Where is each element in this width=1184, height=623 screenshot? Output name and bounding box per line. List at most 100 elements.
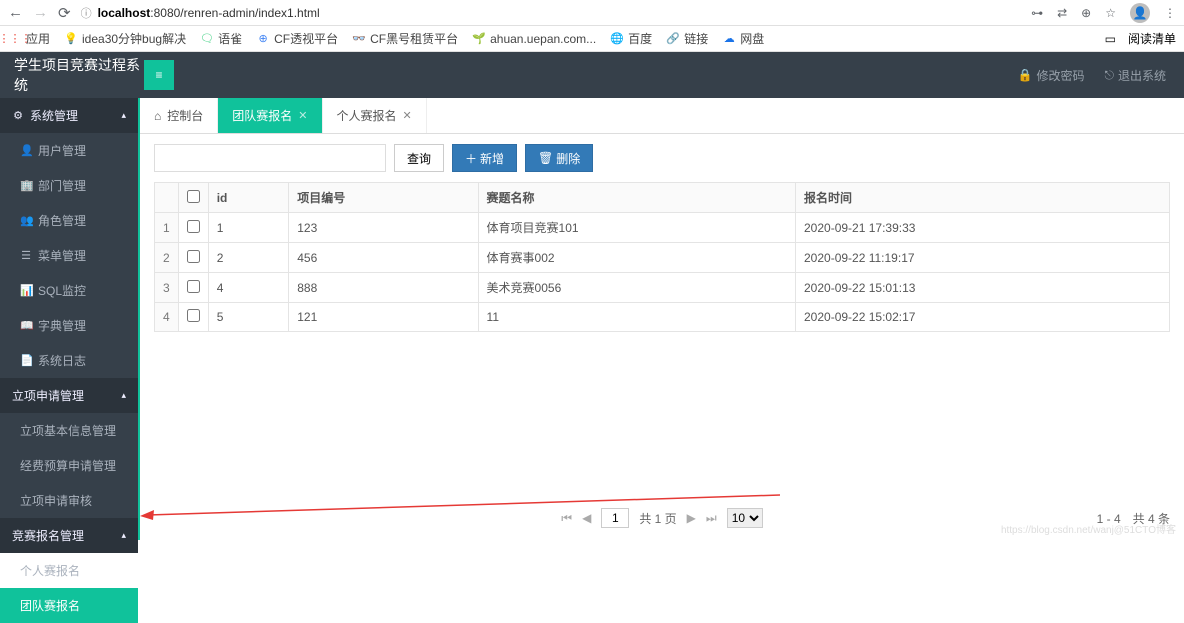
watermark: https://blog.csdn.net/wanj@51CTO博客: [1001, 521, 1176, 536]
cell-time: 2020-09-21 17:39:33: [796, 213, 1170, 243]
sidebar-group-apply[interactable]: 立项申请管理▴: [0, 378, 138, 413]
row-number: 4: [155, 303, 179, 332]
cell-id: 4: [208, 273, 289, 303]
cell-title: 美术竞赛0056: [478, 273, 795, 303]
sidebar-group-system[interactable]: ⚙系统管理▴: [0, 98, 138, 133]
reading-list-label[interactable]: 阅读清单: [1128, 30, 1176, 47]
sidebar-item-menus[interactable]: ☰菜单管理: [0, 238, 138, 273]
sidebar-item-users[interactable]: 👤用户管理: [0, 133, 138, 168]
bookmarks-bar: ⋮⋮⋮应用 💡idea30分钟bug解决 🗨语雀 ⊕CF透视平台 👓CF黑号租赁…: [0, 26, 1184, 52]
cell-proj: 121: [289, 303, 478, 332]
cell-id: 1: [208, 213, 289, 243]
close-icon[interactable]: ✕: [298, 109, 307, 122]
row-checkbox[interactable]: [187, 309, 200, 322]
tab-personal-signup[interactable]: 个人赛报名✕: [323, 98, 427, 133]
sidebar-item-basicinfo[interactable]: 立项基本信息管理: [0, 413, 138, 448]
reading-list-icon[interactable]: ▭: [1105, 32, 1116, 46]
content-area: 查询 ＋新增 🗑删除 id 项目编号 赛题名称 报名时间 11123体育项目竞赛…: [140, 134, 1184, 540]
sidebar-toggle[interactable]: ≡: [144, 60, 174, 90]
row-checkbox[interactable]: [187, 220, 200, 233]
add-button[interactable]: ＋新增: [452, 144, 517, 172]
row-select[interactable]: [178, 273, 208, 303]
col-select-all[interactable]: [178, 183, 208, 213]
bookmark-item[interactable]: ⊕CF透视平台: [256, 30, 338, 47]
site-info-icon[interactable]: ⓘ: [81, 5, 92, 21]
key-icon[interactable]: ⊶: [1031, 6, 1043, 20]
bookmark-item[interactable]: 🗨语雀: [200, 30, 242, 47]
sidebar-item-dict[interactable]: 📖字典管理: [0, 308, 138, 343]
address-bar[interactable]: ⓘ localhost:8080/renren-admin/index1.htm…: [81, 5, 1022, 21]
profile-avatar[interactable]: 👤: [1130, 3, 1150, 23]
prev-page-icon[interactable]: ◀: [582, 511, 591, 525]
sidebar-item-team[interactable]: 团队赛报名: [0, 588, 138, 623]
gear-icon: ⚙: [12, 109, 24, 122]
sidebar-item-logs[interactable]: 📄系统日志: [0, 343, 138, 378]
search-input[interactable]: [154, 144, 386, 172]
col-time[interactable]: 报名时间: [796, 183, 1170, 213]
forward-button[interactable]: →: [33, 4, 48, 21]
close-icon[interactable]: ✕: [403, 109, 412, 122]
sidebar-item-roles[interactable]: 👥角色管理: [0, 203, 138, 238]
select-all-checkbox[interactable]: [187, 190, 200, 203]
col-title[interactable]: 赛题名称: [478, 183, 795, 213]
page-input[interactable]: [601, 508, 629, 528]
sidebar-item-personal[interactable]: 个人赛报名: [0, 553, 138, 588]
sidebar-item-sql[interactable]: 📊SQL监控: [0, 273, 138, 308]
col-proj[interactable]: 项目编号: [289, 183, 478, 213]
user-icon: 👤: [20, 144, 32, 157]
group-icon: 👥: [20, 214, 32, 227]
col-id[interactable]: id: [208, 183, 289, 213]
bookmark-apps[interactable]: ⋮⋮⋮应用: [8, 30, 50, 47]
reload-button[interactable]: ⟳: [58, 4, 71, 22]
col-rownum: [155, 183, 179, 213]
table-row[interactable]: 45121112020-09-22 15:02:17: [155, 303, 1170, 332]
data-table: id 项目编号 赛题名称 报名时间 11123体育项目竞赛1012020-09-…: [154, 182, 1170, 332]
search-icon[interactable]: ⊕: [1081, 6, 1091, 20]
sidebar-item-budget[interactable]: 经费预算申请管理: [0, 448, 138, 483]
delete-button[interactable]: 🗑删除: [525, 144, 593, 172]
cell-time: 2020-09-22 11:19:17: [796, 243, 1170, 273]
sidebar-item-dept[interactable]: 🏢部门管理: [0, 168, 138, 203]
sidebar-item-review[interactable]: 立项申请审核: [0, 483, 138, 518]
row-select[interactable]: [178, 303, 208, 332]
row-number: 1: [155, 213, 179, 243]
bookmark-item[interactable]: 👓CF黑号租赁平台: [352, 30, 458, 47]
home-icon: ⌂: [154, 109, 161, 123]
bookmark-item[interactable]: 🌐百度: [610, 30, 652, 47]
row-checkbox[interactable]: [187, 250, 200, 263]
table-row[interactable]: 11123体育项目竞赛1012020-09-21 17:39:33: [155, 213, 1170, 243]
logout-icon: ⎋: [1104, 68, 1114, 83]
row-checkbox[interactable]: [187, 280, 200, 293]
bookmark-item[interactable]: 🌱ahuan.uepan.com...: [472, 32, 596, 46]
trash-icon: 🗑: [538, 151, 553, 165]
first-page-icon[interactable]: ⏮: [561, 511, 572, 526]
book-icon: 📖: [20, 319, 32, 332]
cell-proj: 888: [289, 273, 478, 303]
next-page-icon[interactable]: ▶: [687, 511, 696, 525]
cell-title: 体育项目竞赛101: [478, 213, 795, 243]
logout-link[interactable]: ⎋退出系统: [1104, 67, 1166, 84]
row-select[interactable]: [178, 243, 208, 273]
caret-up-icon: ▴: [121, 390, 126, 401]
sidebar: ⚙系统管理▴ 👤用户管理 🏢部门管理 👥角色管理 ☰菜单管理 📊SQL监控 📖字…: [0, 98, 140, 540]
caret-up-icon: ▴: [121, 530, 126, 541]
change-password-link[interactable]: 🔒修改密码: [1018, 67, 1085, 84]
kebab-menu-icon[interactable]: ⋮: [1164, 6, 1176, 20]
last-page-icon[interactable]: ⏭: [706, 511, 717, 526]
sidebar-group-contest[interactable]: 竞赛报名管理▴: [0, 518, 138, 553]
page-size-select[interactable]: 10: [727, 508, 763, 528]
bookmark-item[interactable]: 🔗链接: [666, 30, 708, 47]
tab-team-signup[interactable]: 团队赛报名✕: [218, 98, 322, 133]
table-row[interactable]: 34888美术竞赛00562020-09-22 15:01:13: [155, 273, 1170, 303]
table-row[interactable]: 22456体育赛事0022020-09-22 11:19:17: [155, 243, 1170, 273]
row-number: 2: [155, 243, 179, 273]
tab-dashboard[interactable]: ⌂控制台: [140, 98, 218, 133]
back-button[interactable]: ←: [8, 4, 23, 21]
star-icon[interactable]: ☆: [1105, 6, 1116, 20]
row-select[interactable]: [178, 213, 208, 243]
translate-icon[interactable]: ⇄: [1057, 6, 1067, 20]
bookmark-item[interactable]: 💡idea30分钟bug解决: [64, 30, 186, 47]
search-button[interactable]: 查询: [394, 144, 444, 172]
bookmark-item[interactable]: ☁网盘: [722, 30, 764, 47]
file-icon: 📄: [20, 354, 32, 367]
